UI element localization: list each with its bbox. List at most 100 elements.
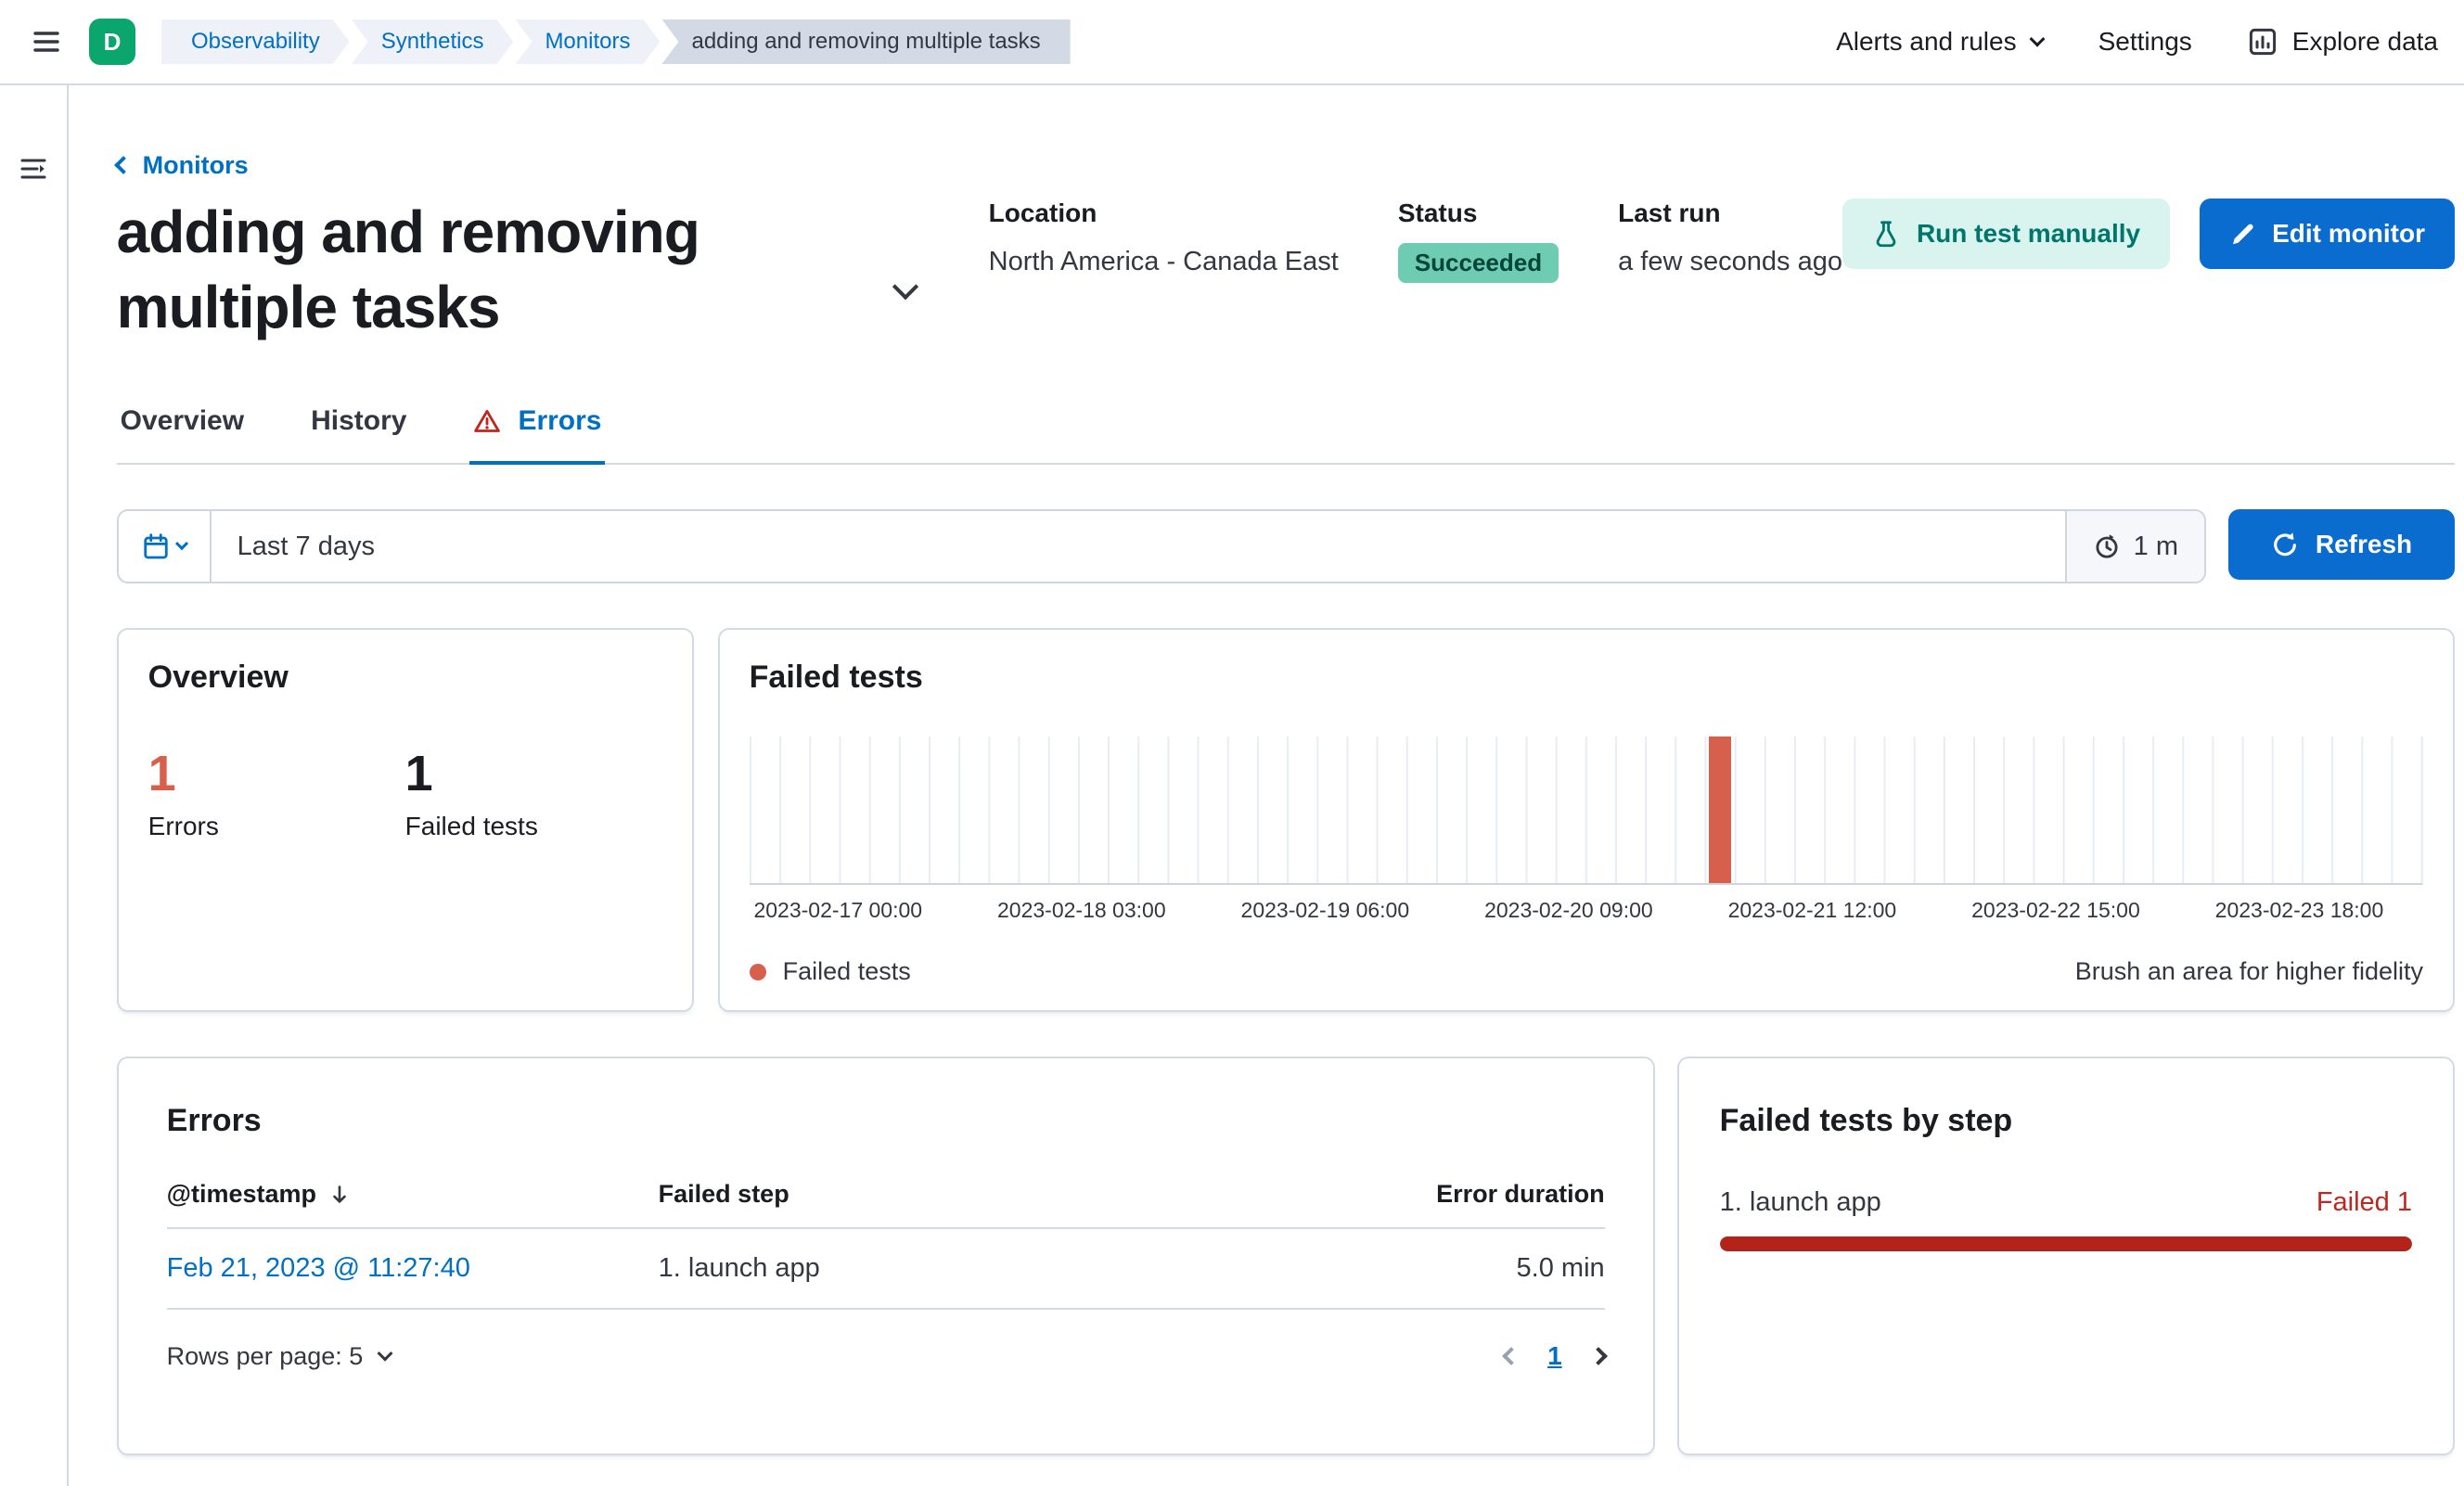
chart-footer: Failed tests Brush an area for higher fi… [749,957,2423,986]
overview-stats: 1 Errors 1 Failed tests [148,744,662,841]
refresh-interval-button[interactable]: 1 m [2064,511,2204,583]
run-test-label: Run test manually [1916,218,2141,248]
explore-data-icon [2249,28,2276,56]
tab-history[interactable]: History [307,387,410,463]
refresh-label: Refresh [2315,530,2413,559]
errors-count: 1 [148,746,176,802]
status-badge: Succeeded [1397,242,1559,283]
errors-stat-label: Errors [148,812,219,841]
space-avatar[interactable]: D [89,19,135,65]
breadcrumb-observability[interactable]: Observability [161,19,350,64]
error-timestamp-link[interactable]: Feb 21, 2023 @ 11:27:40 [167,1253,659,1284]
time-filter-bar: Last 7 days 1 m Refresh [116,509,2455,584]
monitor-select-chevron[interactable] [892,273,918,305]
last-run-label: Last run [1618,198,1721,227]
edit-monitor-button[interactable]: Edit monitor [2200,198,2455,269]
monitor-actions: Run test manually Edit monitor [1842,195,2455,269]
run-test-manually-button[interactable]: Run test manually [1842,198,2171,269]
location-value: North America - Canada East [988,246,1339,276]
next-page-button[interactable] [1588,1347,1608,1366]
errors-table-footer: Rows per page: 5 1 [166,1341,1608,1371]
location-meta: Location North America - Canada East [989,199,1339,283]
failed-tests-dot-icon [749,963,766,980]
chevron-down-icon [174,537,188,551]
failed-tests-panel-title: Failed tests [749,660,923,696]
x-axis-tick: 2023-02-19 06:00 [1240,898,1410,923]
step-failure-bar-fill [1719,1236,2412,1252]
warning-icon [474,410,501,433]
error-duration: 5.0 min [1516,1253,1605,1284]
refresh-button[interactable]: Refresh [2228,509,2455,581]
column-error-duration: Error duration [1436,1180,1605,1209]
alerts-and-rules-label: Alerts and rules [1836,27,2017,56]
failed-tests-count: 1 [404,746,433,802]
previous-page-icon [1502,1347,1521,1366]
x-axis-tick: 2023-02-22 15:00 [1971,898,2140,923]
errors-panel-title: Errors [166,1103,262,1139]
breadcrumb-current: adding and removing multiple tasks [661,19,1071,64]
date-range-value[interactable]: Last 7 days [212,532,2065,562]
summary-panels-row: Overview 1 Errors 1 Failed tests Failed … [116,628,2455,1013]
breadcrumb: Observability Synthetics Monitors adding… [161,19,1072,64]
previous-page-button[interactable] [1502,1347,1521,1366]
x-axis-tick: 2023-02-23 18:00 [2214,898,2384,923]
header-nav: Alerts and rules Settings Explore data [1836,27,2438,57]
menu-open-icon[interactable] [9,145,58,193]
errors-panel: Errors @timestamp Failed step Error dura… [116,1057,1655,1456]
next-page-icon [1588,1347,1608,1366]
failed-tests-panel: Failed tests 2023-02-17 00:00 2023-02-18 … [717,628,2455,1013]
overview-panel-title: Overview [148,660,289,696]
monitor-meta: Location North America - Canada East Sta… [989,195,1842,283]
failed-test-bar [1708,737,1731,884]
breadcrumb-synthetics[interactable]: Synthetics [352,19,514,64]
flask-icon [1876,220,1896,247]
tab-overview[interactable]: Overview [117,387,248,463]
sort-descending-icon [333,1185,346,1203]
failed-tests-stat: 1 Failed tests [405,744,662,841]
x-axis-tick: 2023-02-20 09:00 [1484,898,1653,923]
chevron-left-icon [113,156,133,174]
column-timestamp[interactable]: @timestamp [167,1180,659,1209]
chevron-down-icon [2029,31,2046,47]
calendar-icon [144,533,168,559]
explore-data-label: Explore data [2291,27,2438,56]
refresh-interval-value: 1 m [2133,531,2178,561]
step-failure-bar [1719,1236,2412,1252]
monitor-tabs: Overview History Errors [116,387,2455,466]
errors-stat: 1 Errors [148,744,405,841]
chevron-down-icon [892,273,918,300]
monitor-summary: adding and removing multiple tasks Locat… [117,195,2455,347]
page-title: adding and removing multiple tasks [116,198,700,341]
failed-tests-chart[interactable] [749,737,2423,886]
explore-data-link[interactable]: Explore data [2248,27,2438,57]
x-axis: 2023-02-17 00:00 2023-02-18 03:00 2023-02-… [750,898,2423,928]
error-table-row: Feb 21, 2023 @ 11:27:40 1. launch app 5.… [166,1229,1605,1311]
rows-per-page-label: Rows per page: 5 [166,1341,364,1370]
quick-select-button[interactable] [119,511,212,583]
settings-link[interactable]: Settings [2098,27,2192,57]
rows-per-page-button[interactable]: Rows per page: 5 [166,1341,393,1371]
legend-failed-tests[interactable]: Failed tests [749,957,911,986]
alerts-and-rules-menu[interactable]: Alerts and rules [1836,27,2046,57]
tab-errors-label: Errors [518,405,602,437]
timer-icon [2096,534,2118,558]
errors-table-header: @timestamp Failed step Error duration [166,1180,1605,1230]
synthetics-monitor-page: D Observability Synthetics Monitors addi… [0,0,2464,1486]
failed-tests-by-step-panel: Failed tests by step 1. launch app Faile… [1676,1057,2455,1456]
last-run-meta: Last run a few seconds ago [1618,199,1842,283]
edit-monitor-label: Edit monitor [2272,218,2425,248]
breadcrumb-monitors[interactable]: Monitors [515,19,660,64]
tab-errors[interactable]: Errors [469,387,606,466]
status-label: Status [1397,198,1478,227]
kibana-header: D Observability Synthetics Monitors addi… [0,0,2464,85]
chevron-down-icon [377,1345,393,1362]
menu-icon[interactable] [22,18,71,66]
status-meta: Status Succeeded [1397,198,1559,283]
page-1-button[interactable]: 1 [1547,1341,1562,1371]
back-link-label: Monitors [142,150,249,179]
main-content: Monitors adding and removing multiple ta… [69,85,2464,1486]
step-name: 1. launch app [1719,1187,1881,1218]
pagination: 1 [1502,1341,1608,1371]
last-run-value: a few seconds ago [1618,246,1842,276]
back-to-monitors-link[interactable]: Monitors [113,150,249,180]
